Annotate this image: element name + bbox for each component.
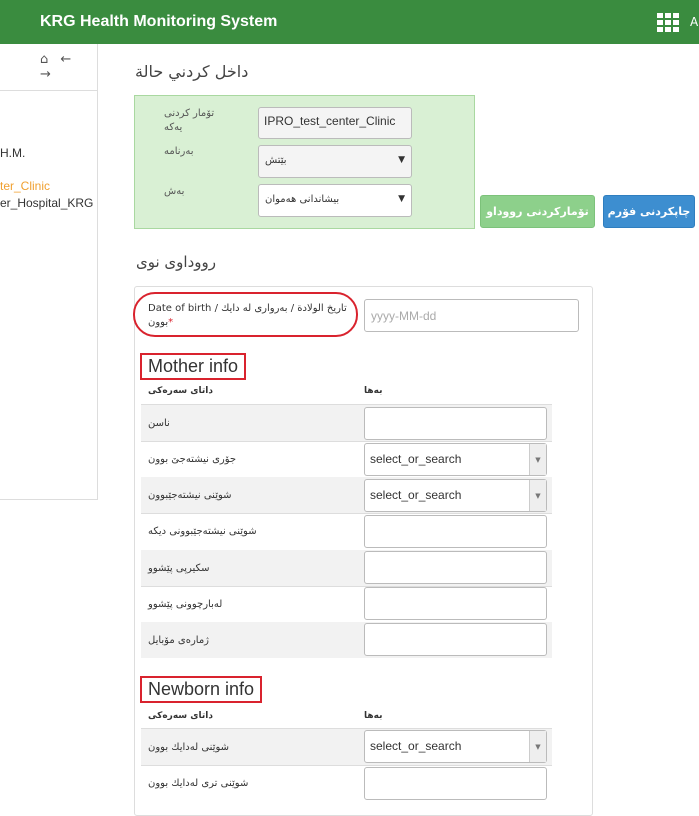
chevron-down-icon[interactable]: ▼ <box>529 731 546 762</box>
select-value: select_or_search <box>370 488 462 502</box>
row-divider <box>141 513 552 514</box>
text-input[interactable] <box>364 623 547 656</box>
row-label: شوێنی نیشتەجێبوون <box>148 490 232 501</box>
chevron-down-icon[interactable]: ▼ <box>529 480 546 511</box>
row-divider <box>141 441 552 442</box>
row-label: شوێنی نیشتەجێبوونی دیكە <box>148 526 257 537</box>
print-form-button[interactable]: چاپكردنی فۆرم <box>603 195 695 228</box>
field-label-program: بەرنامە <box>164 146 194 157</box>
select-value: select_or_search <box>370 739 462 753</box>
sidebar: ⌂ ← → H.M. ter_Clinic er_Hospital_KRG <box>0 44 98 500</box>
column-header-data-element: داتای سەرەكی <box>148 386 213 396</box>
text-input[interactable] <box>364 407 547 440</box>
row-label: ژمارەی مۆبایل <box>148 635 210 646</box>
program-select-value: بێتش <box>265 155 287 166</box>
app-title[interactable]: KRG Health Monitoring System <box>40 13 277 31</box>
row-label: شوێنی لەدایك بوون <box>148 742 230 753</box>
sidebar-divider <box>0 90 98 91</box>
date-of-birth-label: Date of birth / تاريخ الولادة / بەرواری … <box>148 302 348 330</box>
column-header-data-element: داتای سەرەكی <box>148 711 213 721</box>
sidebar-nav-icons[interactable]: ⌂ ← → <box>40 52 97 82</box>
chevron-down-icon: ▼ <box>398 194 405 204</box>
text-input[interactable] <box>364 551 547 584</box>
select-search-input[interactable]: select_or_search ▼ <box>364 479 547 512</box>
column-header-value: بەها <box>364 711 383 721</box>
select-search-input[interactable]: select_or_search ▼ <box>364 730 547 763</box>
program-select[interactable]: بێتش ▼ <box>258 145 412 178</box>
column-header-value: بەها <box>364 386 383 396</box>
row-label: ناسن <box>148 418 170 429</box>
text-input[interactable] <box>364 587 547 620</box>
section-select[interactable]: بیشاندانی هەموان ▼ <box>258 184 412 217</box>
row-divider <box>141 765 552 766</box>
org-unit-item[interactable]: H.M. <box>0 146 25 160</box>
required-mark: * <box>168 317 174 328</box>
row-label: لەبارچوونی پێشوو <box>148 599 223 610</box>
select-search-input[interactable]: select_or_search ▼ <box>364 443 547 476</box>
register-event-button[interactable]: تۆماركردنی رووداو <box>480 195 595 228</box>
text-input[interactable] <box>364 515 547 548</box>
chevron-down-icon: ▼ <box>398 155 405 165</box>
section-select-value: بیشاندانی هەموان <box>265 194 340 205</box>
org-unit-field[interactable]: IPRO_test_center_Clinic <box>258 107 412 139</box>
field-label-org-unit: تۆمار كردنی يەكە <box>164 108 215 133</box>
sidebar-divider <box>0 499 98 500</box>
newborn-info-title: Newborn info <box>140 676 263 703</box>
row-label: سكیرپی پێشوو <box>148 563 210 574</box>
chevron-down-icon[interactable]: ▼ <box>529 444 546 475</box>
org-unit-item-selected[interactable]: ter_Clinic <box>0 179 50 193</box>
org-unit-item[interactable]: er_Hospital_KRG <box>0 196 93 210</box>
page-title: داخل كردني حالة <box>135 62 249 81</box>
top-navbar: KRG Health Monitoring System A <box>0 0 699 44</box>
select-value: select_or_search <box>370 452 462 466</box>
grid-apps-icon[interactable] <box>657 13 679 32</box>
date-of-birth-label-text: Date of birth / تاريخ الولادة / بەرواری … <box>148 303 347 328</box>
row-label: شوێنی تری لەدایك بوون <box>148 778 249 789</box>
text-input[interactable] <box>364 767 547 800</box>
user-menu[interactable]: A <box>690 15 698 29</box>
new-event-heading: رووداوی نوی <box>136 253 216 271</box>
field-label-section: بەش <box>164 186 185 197</box>
date-of-birth-input[interactable]: yyyy-MM-dd <box>364 299 579 332</box>
mother-info-title: Mother info <box>140 353 247 380</box>
row-label: جۆری نیشتەجێ بوون <box>148 454 237 465</box>
